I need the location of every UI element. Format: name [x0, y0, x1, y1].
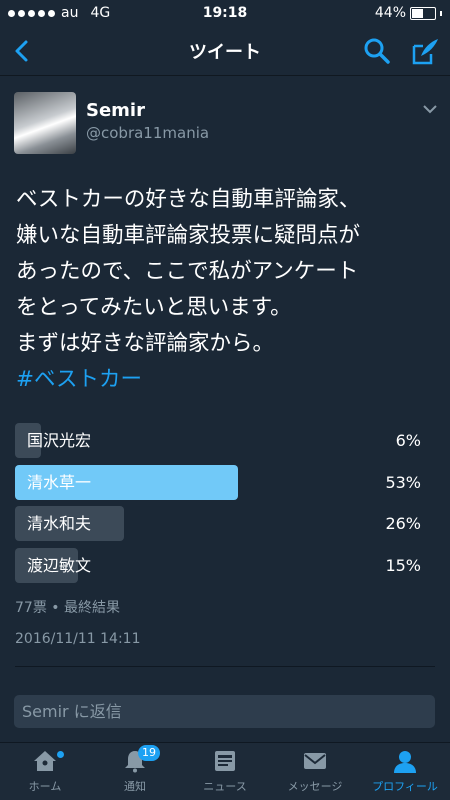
home-icon: [34, 751, 56, 771]
poll-option: 渡辺敏文 15%: [15, 547, 421, 583]
battery-icon: [410, 6, 436, 20]
tab-label: プロフィール: [372, 780, 438, 793]
poll-option-label: 清水草一: [27, 472, 92, 492]
poll-option-percent: 6%: [395, 431, 421, 450]
compose-icon[interactable]: [410, 36, 440, 66]
tab-label: メッセージ: [287, 780, 343, 793]
poll-option-label: 清水和夫: [27, 514, 92, 533]
tab-home[interactable]: ホーム: [0, 743, 90, 800]
user-display-name[interactable]: Semir: [86, 100, 145, 121]
poll: 国沢光宏 6% 清水草一 53% 清水和夫 26% 渡辺敏文 15%: [15, 423, 421, 589]
poll-option-percent: 15%: [385, 555, 421, 575]
tab-label: ホーム: [28, 780, 62, 793]
tab-profile[interactable]: プロフィール: [360, 743, 450, 800]
poll-vote-summary: 77票 • 最終結果: [15, 600, 120, 616]
user-handle[interactable]: @cobra11mania: [86, 124, 209, 142]
tweet-text-line: まずは好きな評論家から。: [16, 331, 275, 356]
envelope-icon: [304, 753, 326, 769]
tweet-text-line: ベストカーの好きな自動車評論家、: [16, 187, 361, 212]
poll-option-percent: 53%: [385, 472, 421, 492]
tab-bar: ホーム 19 通知 ニュース メッセージ プロフィール: [0, 742, 450, 800]
battery-fill: [412, 8, 423, 18]
poll-option: 清水和夫 26%: [15, 506, 421, 541]
tab-notifications[interactable]: 19 通知: [90, 743, 180, 800]
battery-percent: 44%: [374, 5, 406, 21]
poll-option-label: 国沢光宏: [27, 431, 92, 450]
tweet-text-line: あったので、ここで私がアンケート: [16, 259, 359, 284]
divider: [15, 666, 435, 667]
tab-news[interactable]: ニュース: [180, 743, 270, 800]
signal-strength-icon: [8, 9, 55, 17]
poll-option-label: 渡辺敏文: [27, 555, 92, 575]
poll-option-percent: 26%: [385, 514, 421, 533]
status-bar: au 4G 19:18 44%: [0, 0, 450, 26]
tweet-text-line: 嫌いな自動車評論家投票に疑問点が: [16, 223, 361, 248]
hashtag-link[interactable]: #ベストカー: [16, 362, 142, 398]
tab-label: 通知: [124, 780, 146, 793]
tweet-timestamp: 2016/11/11 14:11: [15, 631, 141, 647]
page-title: ツイート: [189, 41, 261, 63]
chevron-left-icon[interactable]: [8, 36, 38, 66]
news-icon: [215, 751, 235, 771]
tab-label: ニュース: [203, 780, 247, 793]
battery-indicator: 44%: [375, 5, 442, 21]
tweet-text-line: をとってみたいと思います。: [16, 295, 292, 320]
network-type: 4G: [90, 5, 111, 21]
tweet-text: ベストカーの好きな自動車評論家、 嫌いな自動車評論家投票に疑問点が あったので、…: [16, 182, 436, 362]
notification-count-badge: 19: [138, 745, 160, 761]
unread-dot: [57, 751, 64, 758]
carrier-name: au: [61, 5, 79, 21]
avatar[interactable]: [14, 92, 76, 154]
tab-messages[interactable]: メッセージ: [270, 743, 360, 800]
poll-option: 清水草一 53%: [15, 464, 421, 500]
reply-input[interactable]: [14, 695, 435, 728]
navigation-bar: ツイート: [0, 26, 450, 76]
poll-option: 国沢光宏 6%: [15, 423, 421, 458]
search-icon[interactable]: [362, 36, 392, 66]
profile-icon: [394, 751, 416, 773]
chevron-down-icon[interactable]: [422, 102, 438, 116]
